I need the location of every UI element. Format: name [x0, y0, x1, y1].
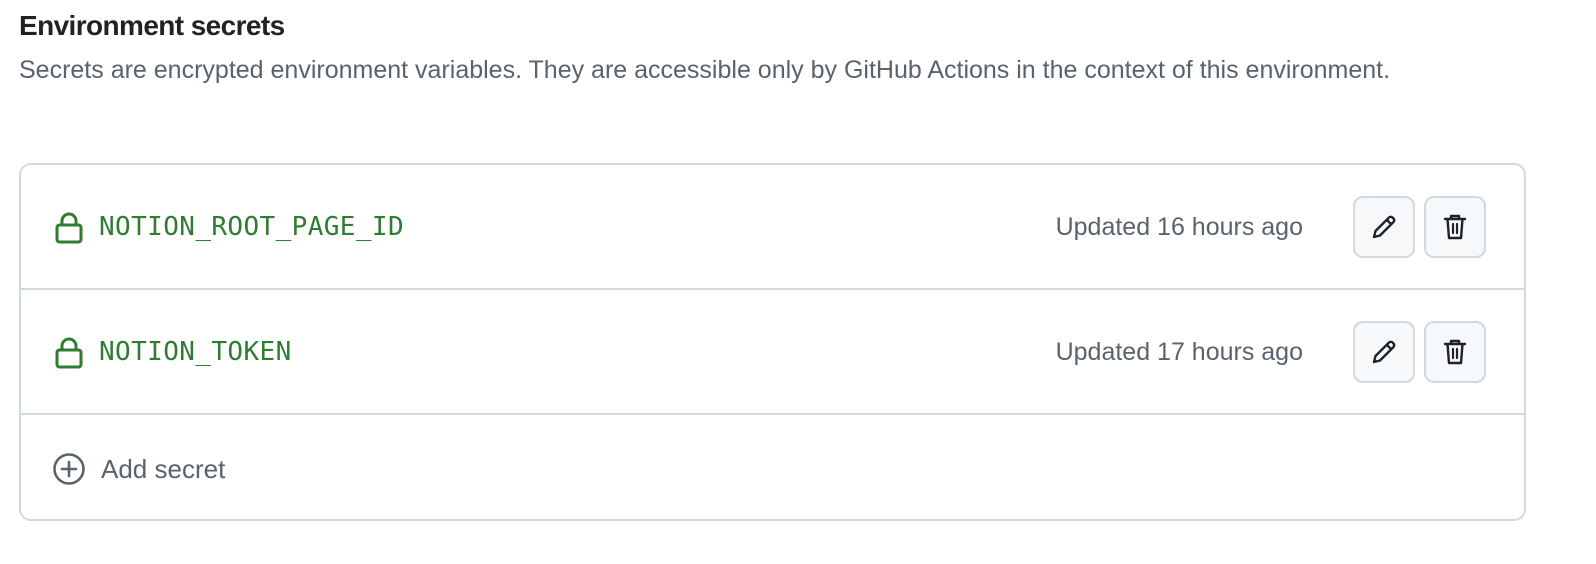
plus-circle-icon	[53, 453, 85, 485]
pencil-icon	[1372, 215, 1396, 239]
edit-secret-button[interactable]	[1353, 196, 1415, 258]
secret-name: NOTION_ROOT_PAGE_ID	[99, 212, 405, 242]
add-secret-label[interactable]: Add secret	[101, 449, 225, 489]
secret-name: NOTION_TOKEN	[99, 337, 292, 367]
secrets-list: NOTION_ROOT_PAGE_ID Updated 16 hours ago…	[19, 163, 1526, 521]
lock-icon	[55, 337, 83, 369]
secret-updated-time: Updated 17 hours ago	[1055, 338, 1303, 366]
trash-icon	[1443, 214, 1467, 240]
lock-icon	[55, 212, 83, 244]
environment-secrets-section: Environment secrets Secrets are encrypte…	[0, 0, 1529, 91]
delete-secret-button[interactable]	[1424, 321, 1486, 383]
section-description: Secrets are encrypted environment variab…	[19, 56, 1391, 84]
section-title: Environment secrets	[19, 10, 285, 41]
edit-secret-button[interactable]	[1353, 321, 1415, 383]
add-secret-button[interactable]: Add secret	[21, 415, 1524, 519]
secret-row: NOTION_ROOT_PAGE_ID Updated 16 hours ago	[21, 165, 1524, 290]
secret-row: NOTION_TOKEN Updated 17 hours ago	[21, 290, 1524, 415]
secret-updated-time: Updated 16 hours ago	[1055, 213, 1303, 241]
trash-icon	[1443, 339, 1467, 365]
pencil-icon	[1372, 340, 1396, 364]
delete-secret-button[interactable]	[1424, 196, 1486, 258]
